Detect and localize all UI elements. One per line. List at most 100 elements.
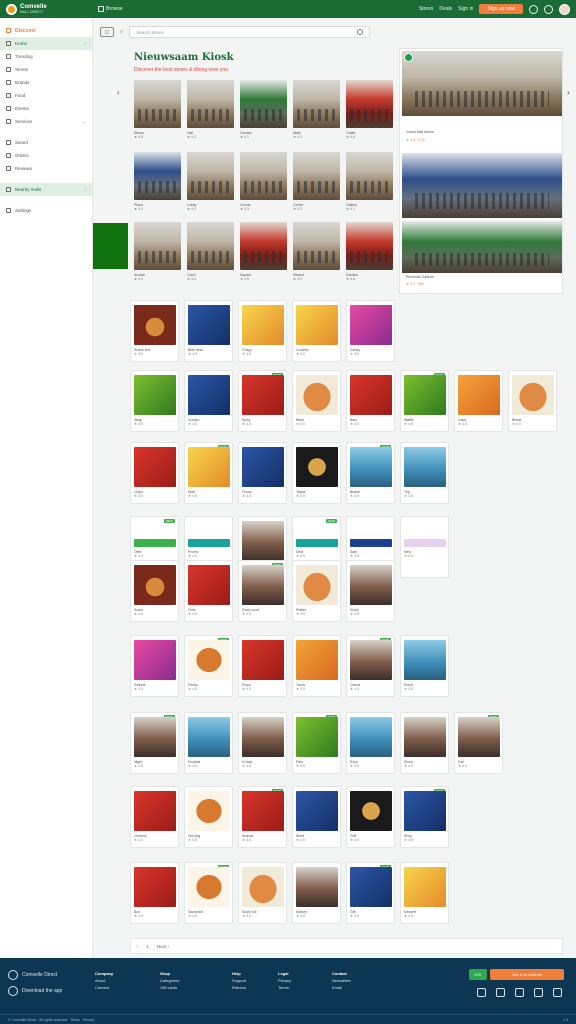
footer-brand-row[interactable]: Comvelle Direct bbox=[8, 970, 62, 980]
product-image[interactable] bbox=[404, 867, 446, 907]
product-card[interactable]: Hot dog ★ 4.5 bbox=[184, 786, 233, 848]
product-card[interactable]: Tacos ★ 4.5 bbox=[292, 635, 341, 697]
product-image[interactable] bbox=[242, 565, 284, 605]
product-image[interactable] bbox=[188, 791, 230, 831]
product-card[interactable]: Sushi roll ★ 4.5 bbox=[238, 862, 287, 924]
product-card[interactable]: Combo ★ 4.5 bbox=[184, 370, 233, 432]
sidebar-item-reviews[interactable]: Reviews bbox=[0, 162, 92, 175]
help-icon[interactable] bbox=[544, 4, 553, 14]
product-image[interactable] bbox=[296, 717, 338, 757]
product-card[interactable]: Festival ★ 4.5 bbox=[184, 712, 233, 774]
product-card[interactable]: Trip ★ 4.5 bbox=[400, 442, 449, 504]
product-card[interactable]: Sweets ★ 4.5 bbox=[130, 635, 179, 697]
pager-prev-button[interactable]: ‹ bbox=[137, 944, 139, 949]
product-image[interactable] bbox=[404, 717, 446, 757]
mall-photo[interactable] bbox=[346, 222, 393, 270]
sidebar-item-home[interactable]: Home › bbox=[0, 37, 92, 50]
product-card[interactable]: NEWWaffle★ 4.5 bbox=[400, 370, 449, 432]
product-image[interactable] bbox=[458, 717, 500, 757]
product-image[interactable] bbox=[242, 791, 284, 831]
product-image[interactable] bbox=[188, 447, 230, 487]
mall-photo[interactable] bbox=[293, 80, 340, 128]
mall-photo[interactable] bbox=[134, 222, 181, 270]
mall-tile[interactable]: Outlet ★ 4.6 bbox=[346, 80, 393, 140]
footer-link[interactable]: Careers bbox=[95, 984, 113, 991]
product-image[interactable] bbox=[188, 867, 230, 907]
mall-tile[interactable]: Garden ★ 4.1 bbox=[240, 80, 287, 140]
product-image[interactable] bbox=[134, 867, 176, 907]
product-image[interactable] bbox=[296, 791, 338, 831]
product-card[interactable]: NEWFair★ 4.5 bbox=[454, 712, 503, 774]
footer-app-row[interactable]: Download the app bbox=[8, 986, 62, 996]
product-card[interactable]: Chips ★ 4.5 bbox=[130, 442, 179, 504]
product-card[interactable]: NEWNuts★ 4.5 bbox=[184, 442, 233, 504]
browse-link[interactable]: Browse bbox=[98, 6, 123, 12]
sidebar-item-stores[interactable]: Stores bbox=[0, 63, 92, 76]
top-link-signin[interactable]: Sign in bbox=[458, 6, 473, 12]
product-card[interactable]: Kiosk ★ 4.5 bbox=[346, 560, 395, 622]
product-image[interactable] bbox=[458, 375, 500, 415]
product-card[interactable]: Cinema ★ 4.5 bbox=[130, 786, 179, 848]
product-image[interactable] bbox=[242, 640, 284, 680]
product-image[interactable] bbox=[188, 375, 230, 415]
product-card[interactable]: Platter ★ 4.5 bbox=[292, 560, 341, 622]
product-image[interactable] bbox=[350, 447, 392, 487]
sidebar-item-services[interactable]: Services ⌄ bbox=[0, 115, 92, 128]
mall-photo[interactable] bbox=[134, 152, 181, 200]
product-card[interactable]: Market ★ 4.5 bbox=[292, 862, 341, 924]
product-card[interactable]: Sushi ★ 4.5 bbox=[130, 560, 179, 622]
product-image[interactable] bbox=[134, 539, 176, 547]
product-image[interactable] bbox=[134, 640, 176, 680]
product-card[interactable]: Box ★ 4.5 bbox=[130, 862, 179, 924]
product-image[interactable] bbox=[296, 640, 338, 680]
search-input[interactable]: Search stores bbox=[129, 26, 370, 38]
product-card[interactable]: NEWGift★ 4.5 bbox=[346, 862, 395, 924]
product-image[interactable] bbox=[134, 447, 176, 487]
product-image[interactable] bbox=[350, 305, 392, 345]
camera-icon[interactable]: ◻ bbox=[100, 27, 114, 37]
footer-link[interactable]: Terms bbox=[278, 984, 291, 991]
product-image[interactable] bbox=[296, 539, 338, 547]
product-image[interactable] bbox=[350, 375, 392, 415]
android-app-button[interactable]: Get it on Android bbox=[490, 969, 564, 980]
product-card[interactable]: Pizza ★ 4.5 bbox=[238, 635, 287, 697]
linkedin-icon[interactable] bbox=[553, 988, 562, 997]
mall-photo[interactable] bbox=[187, 152, 234, 200]
carousel-prev-icon[interactable]: ‹ bbox=[117, 88, 120, 97]
product-card[interactable]: Grill ★ 4.5 bbox=[346, 786, 395, 848]
sidebar-item-nearby[interactable]: Nearby malls › bbox=[0, 183, 92, 196]
footer-link[interactable]: Newsletter bbox=[332, 977, 351, 984]
product-image[interactable] bbox=[404, 539, 446, 547]
product-image[interactable] bbox=[404, 375, 446, 415]
product-card[interactable]: Bars ★ 4.5 bbox=[346, 370, 395, 432]
product-card[interactable]: Candy ★ 4.5 bbox=[346, 300, 395, 362]
product-card[interactable]: Cookies ★ 4.5 bbox=[292, 300, 341, 362]
product-card[interactable]: NEWShop★ 4.5 bbox=[400, 786, 449, 848]
ios-app-button[interactable]: iOS bbox=[468, 969, 488, 980]
mall-tile[interactable]: Lobby ★ 4.0 bbox=[187, 152, 234, 212]
sidebar-item-discover[interactable]: Discover bbox=[0, 24, 92, 37]
mall-tile[interactable]: Atrium ★ 4.5 bbox=[134, 80, 181, 140]
feature-image[interactable] bbox=[402, 153, 562, 218]
product-card[interactable]: Event ★ 4.5 bbox=[400, 635, 449, 697]
mall-tile[interactable]: Market ★ 4.2 bbox=[293, 222, 340, 282]
product-image[interactable] bbox=[242, 305, 284, 345]
product-image[interactable] bbox=[134, 791, 176, 831]
product-card[interactable]: NEWBeach★ 4.5 bbox=[346, 442, 395, 504]
mall-tile[interactable]: Walk ★ 4.2 bbox=[293, 80, 340, 140]
brand-logo[interactable]: Comvelle MALL DIRECT bbox=[6, 3, 92, 15]
mall-photo[interactable] bbox=[293, 222, 340, 270]
product-image[interactable] bbox=[296, 447, 338, 487]
product-image[interactable] bbox=[242, 375, 284, 415]
product-image[interactable] bbox=[404, 447, 446, 487]
product-image[interactable] bbox=[188, 565, 230, 605]
product-card[interactable]: Bread ★ 4.5 bbox=[508, 370, 557, 432]
product-card[interactable]: Expo ★ 4.5 bbox=[346, 712, 395, 774]
mall-photo[interactable] bbox=[187, 80, 234, 128]
mall-photo[interactable] bbox=[240, 222, 287, 270]
product-card[interactable]: Fries ★ 4.5 bbox=[184, 560, 233, 622]
product-image[interactable] bbox=[188, 640, 230, 680]
feature-image[interactable] bbox=[402, 51, 562, 116]
avatar[interactable] bbox=[559, 3, 570, 15]
sidebar-item-settings[interactable]: Settings bbox=[0, 204, 92, 217]
